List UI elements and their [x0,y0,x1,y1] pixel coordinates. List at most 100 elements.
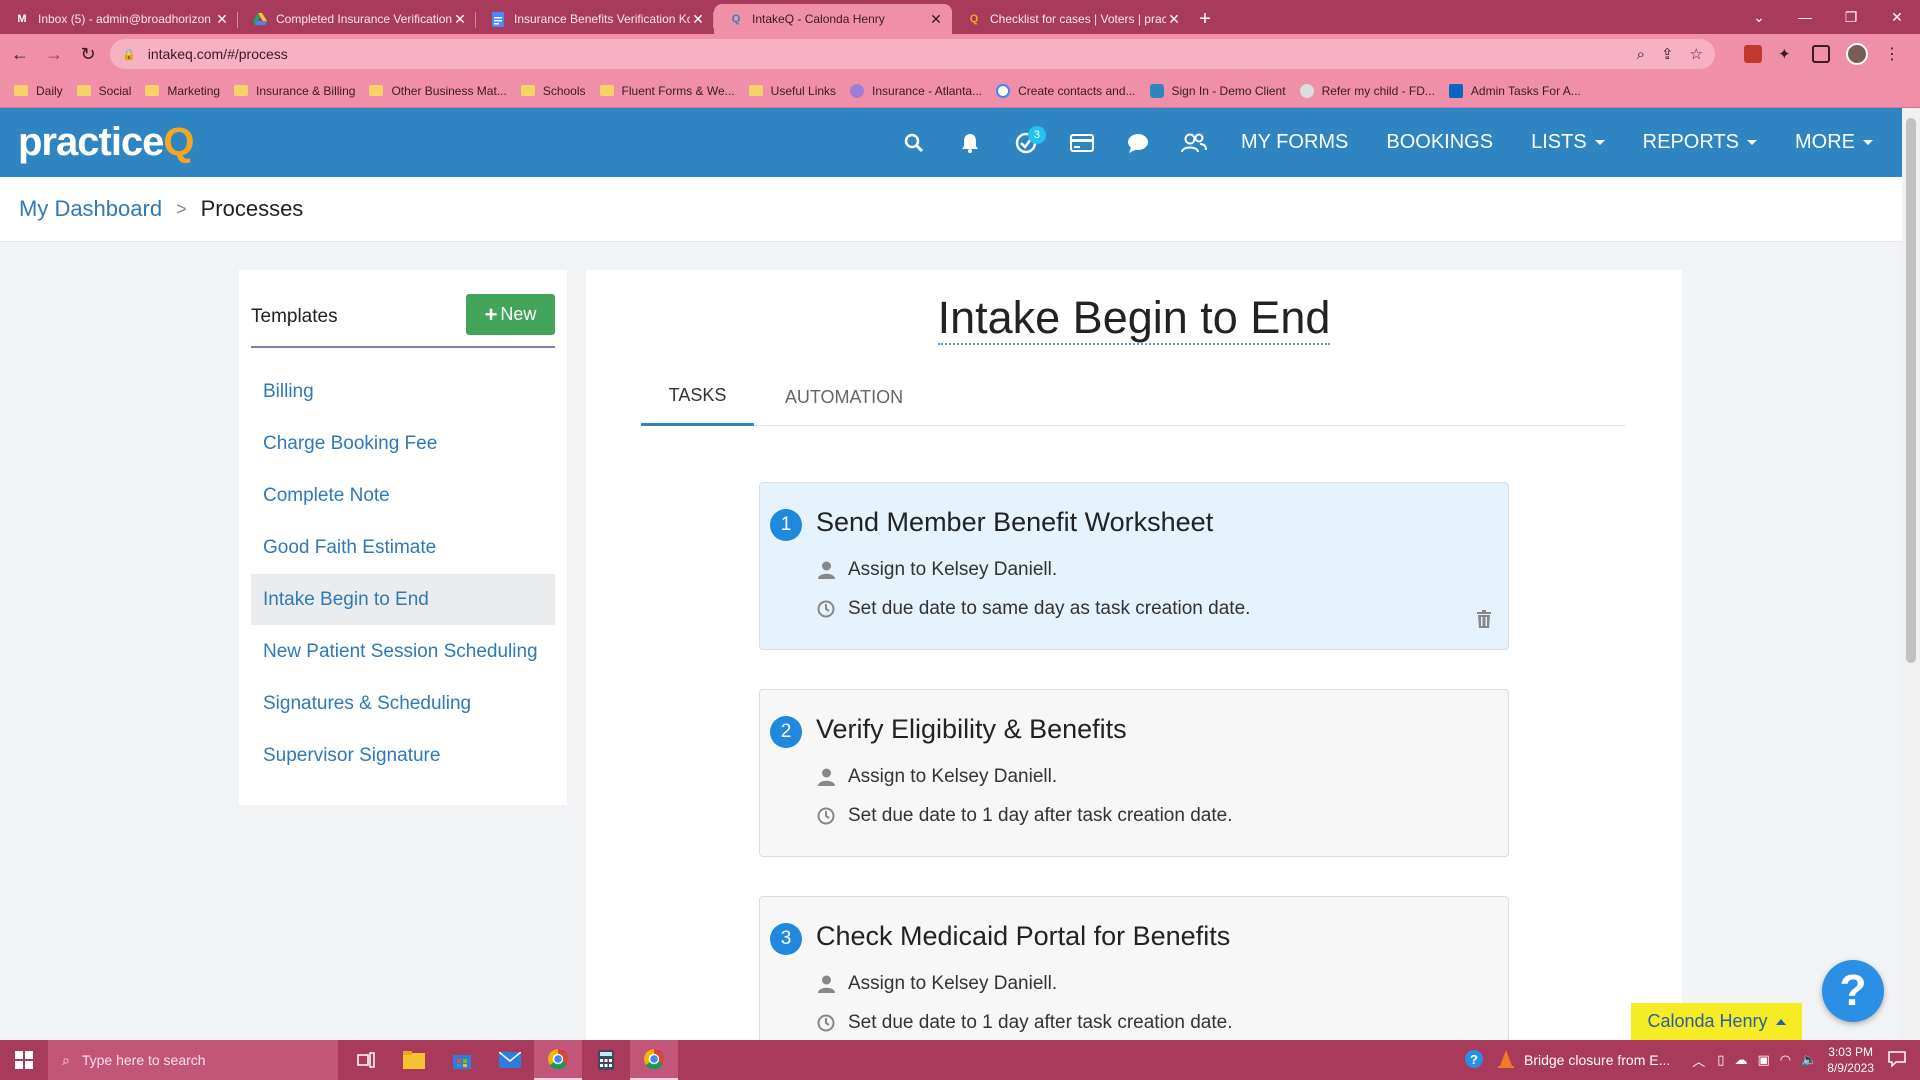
practiceq-logo[interactable]: practiceQ [18,120,195,165]
clients-icon[interactable] [1166,108,1222,177]
close-icon[interactable]: ✕ [452,11,468,28]
process-tabs: TASKS AUTOMATION [641,368,1626,426]
page-scrollbar[interactable] [1902,108,1920,1040]
chrome-icon[interactable] [534,1040,582,1080]
template-item-intake-begin-to-end[interactable]: Intake Begin to End [251,574,555,625]
clock[interactable]: 3:03 PM 8/9/2023 [1827,1044,1874,1076]
store-icon[interactable] [438,1040,486,1080]
notifications-icon[interactable] [1888,1050,1906,1070]
bookmark-label: Daily [36,83,63,98]
address-bar[interactable]: 🔒 intakeq.com/#/process ⌕ ⇪ ☆ [110,39,1715,69]
forward-icon[interactable]: → [40,44,68,65]
bookmark-folder[interactable]: Schools [520,84,596,98]
bookmark-star-icon[interactable]: ☆ [1690,45,1703,63]
new-tab-button[interactable]: + [1190,4,1220,34]
chevron-up-icon[interactable]: ︿ [1692,1051,1705,1070]
back-icon[interactable]: ← [6,44,34,65]
puzzle-icon[interactable]: ✦ [1778,45,1796,63]
template-item-good-faith-estimate[interactable]: Good Faith Estimate [251,522,555,573]
template-item-billing[interactable]: Billing [251,366,555,417]
browser-tab-drive[interactable]: Completed Insurance Verification ✕ [238,4,476,34]
taskbar-search-placeholder: Type here to search [81,1052,206,1068]
credit-card-icon[interactable] [1054,108,1110,177]
browser-tab-gmail[interactable]: M Inbox (5) - admin@broadhorizon ✕ [0,4,238,34]
help-tray-icon[interactable]: ? [1464,1049,1484,1072]
volume-icon[interactable]: 🔈 [1801,1052,1817,1068]
cloud-icon[interactable]: ☁ [1734,1052,1747,1068]
bookmark-folder[interactable]: Social [76,84,142,98]
restore-icon[interactable]: ❐ [1828,9,1874,26]
caret-down-icon [1747,140,1757,145]
help-button[interactable]: ? [1822,960,1884,1022]
new-template-button[interactable]: + New [466,294,555,335]
mail-icon[interactable] [486,1040,534,1080]
breadcrumb-dashboard-link[interactable]: My Dashboard [19,196,162,222]
browser-tab-practiceq[interactable]: Q Checklist for cases | Voters | prac ✕ [952,4,1190,34]
calculator-icon[interactable] [582,1040,630,1080]
profile-avatar[interactable] [1846,43,1868,65]
news-widget[interactable]: Bridge closure from E... [1498,1049,1670,1071]
nav-more[interactable]: MORE [1776,131,1892,154]
menu-icon[interactable]: ⋮ [1884,44,1900,64]
chat-icon[interactable] [1110,108,1166,177]
bookmark-folder[interactable]: Daily [14,84,73,98]
close-window-icon[interactable]: ✕ [1874,9,1920,26]
file-explorer-icon[interactable] [390,1040,438,1080]
bookmark-link[interactable]: Insurance - Atlanta... [850,83,992,98]
tasks-badge: 3 [1027,126,1046,144]
nav-my-forms[interactable]: MY FORMS [1222,131,1367,154]
template-item-new-patient-session-scheduling[interactable]: New Patient Session Scheduling [251,626,555,677]
template-item-charge-booking-fee[interactable]: Charge Booking Fee [251,418,555,469]
browser-tab-intakeq[interactable]: Q IntakeQ - Calonda Henry ✕ [714,4,952,34]
close-icon[interactable]: ✕ [690,11,706,28]
tab-automation[interactable]: AUTOMATION [769,368,919,426]
user-menu-chip[interactable]: Calonda Henry [1631,1003,1802,1040]
search-icon[interactable] [886,108,942,177]
scrollbar-thumb[interactable] [1906,118,1916,663]
app-header: practiceQ 3 MY FORMS BOOKINGS LISTS REPO… [0,108,1902,177]
bookmark-folder[interactable]: Useful Links [748,84,846,98]
bookmark-link[interactable]: Sign In - Demo Client [1149,83,1296,98]
bookmark-link[interactable]: Create contacts and... [996,83,1145,98]
bell-icon[interactable] [942,108,998,177]
tasks-check-icon[interactable]: 3 [998,108,1054,177]
nav-lists[interactable]: LISTS [1512,131,1624,154]
minimize-icon[interactable]: — [1782,9,1828,25]
task-number: 1 [770,509,802,541]
zoom-icon[interactable]: ⌕ [1637,46,1645,63]
tab-search-icon[interactable]: ⌄ [1736,9,1782,26]
close-icon[interactable]: ✕ [214,11,230,28]
task-view-icon[interactable] [342,1040,390,1080]
reload-icon[interactable]: ↻ [74,44,102,65]
bookmark-folder[interactable]: Marketing [145,84,230,98]
bookmark-link[interactable]: Refer my child - FD... [1299,83,1445,98]
browser-tab-docs[interactable]: Insurance Benefits Verification Kc ✕ [476,4,714,34]
nav-reports[interactable]: REPORTS [1624,131,1776,154]
template-item-signatures-scheduling[interactable]: Signatures & Scheduling [251,678,555,729]
nav-bookings[interactable]: BOOKINGS [1367,131,1512,154]
display-icon[interactable]: ▣ [1757,1052,1769,1068]
wifi-icon[interactable]: ◠ [1780,1052,1791,1068]
template-item-complete-note[interactable]: Complete Note [251,470,555,521]
close-icon[interactable]: ✕ [1166,11,1182,28]
task-card[interactable]: 2 Verify Eligibility & Benefits Assign t… [759,689,1509,857]
sidebar-icon[interactable] [1812,45,1830,63]
bookmark-folder[interactable]: Other Business Mat... [369,84,516,98]
chrome-profile-icon[interactable] [630,1040,678,1080]
battery-icon[interactable]: ▯ [1717,1052,1724,1068]
bookmark-link[interactable]: Admin Tasks For A... [1448,83,1591,98]
bookmark-label: Sign In - Demo Client [1171,83,1286,98]
task-card[interactable]: 1 Send Member Benefit Worksheet Assign t… [759,482,1509,650]
bookmark-folder[interactable]: Insurance & Billing [234,84,365,98]
process-title[interactable]: Intake Begin to End [937,292,1331,345]
taskbar-search[interactable]: ⌕ Type here to search [48,1040,338,1080]
close-icon[interactable]: ✕ [928,11,944,28]
bookmark-folder[interactable]: Fluent Forms & We... [599,84,745,98]
template-item-supervisor-signature[interactable]: Supervisor Signature [251,730,555,781]
extension-icon[interactable] [1744,45,1762,63]
tab-tasks[interactable]: TASKS [641,368,754,426]
share-icon[interactable]: ⇪ [1661,45,1674,63]
task-card[interactable]: 3 Check Medicaid Portal for Benefits Ass… [759,896,1509,1046]
windows-start-icon[interactable] [0,1040,48,1080]
trash-icon[interactable] [1476,610,1492,633]
